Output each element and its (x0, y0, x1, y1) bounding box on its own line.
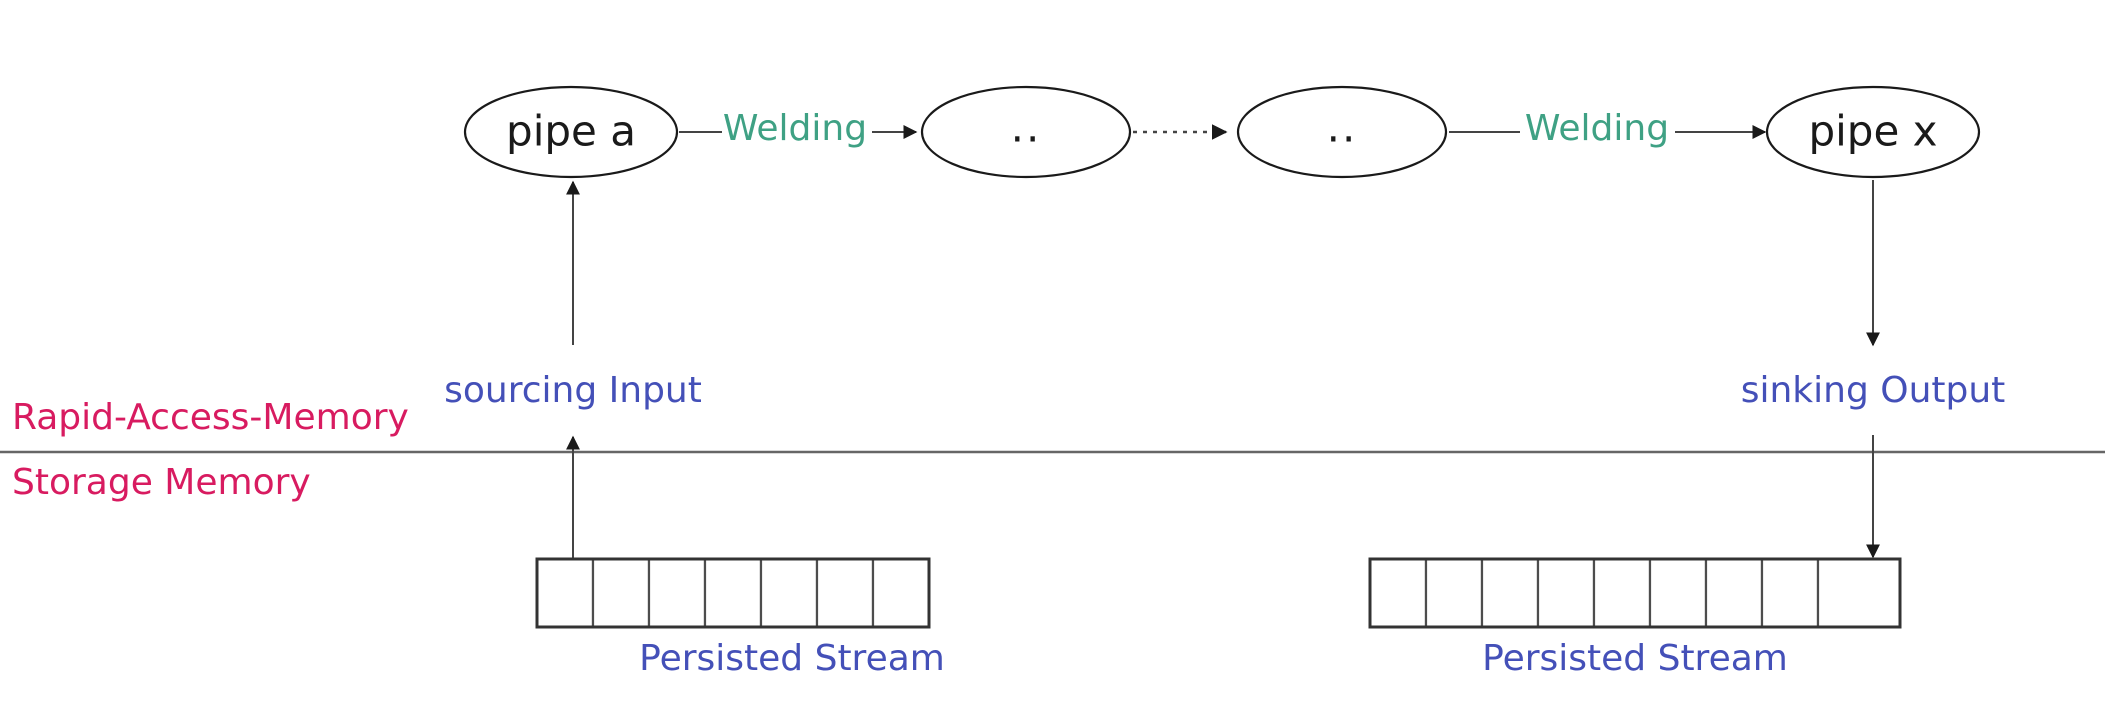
stream-cell (1536, 557, 1596, 629)
stream-cell (1368, 557, 1428, 629)
node-ellipsis-1[interactable]: .. (920, 85, 1132, 179)
node-pipe-a-label: pipe a (506, 107, 636, 156)
stream-cell (871, 557, 931, 629)
stream-cell (591, 557, 651, 629)
stream-cell (759, 557, 819, 629)
node-pipe-x[interactable]: pipe x (1765, 85, 1981, 179)
node-ellipsis-2[interactable]: .. (1236, 85, 1448, 179)
stream-input-cells (535, 557, 931, 629)
edge-welding-2-label: Welding (1525, 108, 1669, 149)
node-pipe-a[interactable]: pipe a (463, 85, 679, 179)
stream-cell (1704, 557, 1764, 629)
label-sourcing-input: sourcing Input (444, 370, 702, 411)
label-rapid-access-memory: Rapid-Access-Memory (12, 397, 409, 438)
node-pipe-x-label: pipe x (1808, 107, 1937, 156)
stream-cell (815, 557, 875, 629)
node-ellipsis-2-label: .. (1327, 103, 1358, 152)
stream-input[interactable]: Persisted Stream (535, 557, 945, 679)
stream-cell (1480, 557, 1540, 629)
stream-cell (535, 557, 595, 629)
stream-cell (1648, 557, 1708, 629)
edge-welding-1-label: Welding (723, 108, 867, 149)
node-ellipsis-1-label: .. (1011, 103, 1042, 152)
stream-cell (703, 557, 763, 629)
stream-output-label: Persisted Stream (1482, 638, 1788, 679)
pipeline-diagram: pipe a Welding .. .. Welding pipe x sour… (0, 85, 2105, 679)
diagram-canvas: pipe a Welding .. .. Welding pipe x sour… (0, 0, 2105, 702)
stream-cell (647, 557, 707, 629)
stream-cell (1592, 557, 1652, 629)
stream-cell (1424, 557, 1484, 629)
edge-welding-2: Welding (1449, 108, 1767, 149)
label-storage-memory: Storage Memory (12, 462, 311, 503)
edge-welding-1: Welding (679, 108, 918, 149)
stream-cell (1760, 557, 1820, 629)
stream-cell (1816, 557, 1902, 629)
stream-input-label: Persisted Stream (639, 638, 945, 679)
stream-output[interactable]: Persisted Stream (1368, 557, 1902, 679)
stream-output-cells (1368, 557, 1902, 629)
label-sinking-output: sinking Output (1741, 370, 2006, 411)
